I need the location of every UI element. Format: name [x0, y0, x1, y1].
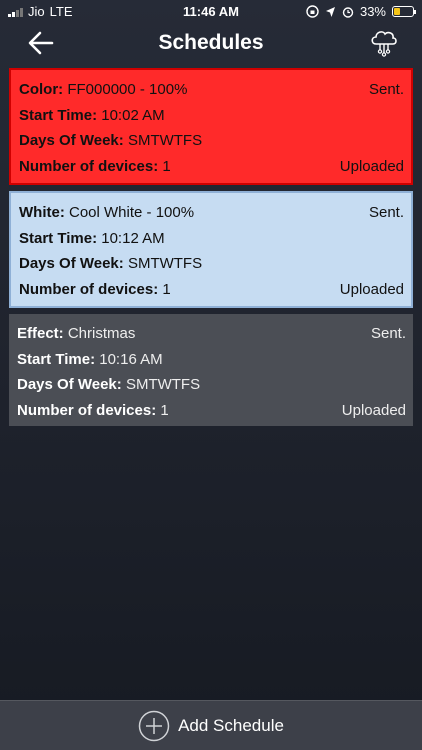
status-right: 33%	[306, 4, 416, 19]
days-value: SMTWTFS	[127, 132, 203, 150]
days-value: SMTWTFS	[127, 255, 203, 273]
add-schedule-label: Add Schedule	[178, 715, 284, 735]
days-row: Days Of Week: SMTWTFS	[19, 128, 404, 154]
days-label: Days Of Week:	[19, 132, 124, 150]
orientation-lock-icon	[306, 5, 319, 18]
cloud-network-icon[interactable]	[368, 26, 400, 58]
location-icon	[325, 6, 335, 17]
status-bar: Jio LTE 11:46 AM 33%	[0, 0, 422, 22]
primary-label: Color:	[19, 81, 64, 99]
days-label: Days Of Week:	[19, 255, 124, 273]
devices-label: Number of devices:	[19, 280, 159, 298]
days-value: SMTWTFS	[125, 376, 201, 394]
page-title: Schedules	[158, 31, 264, 54]
upload-status: Uploaded	[341, 401, 406, 419]
sent-status: Sent.	[368, 204, 404, 222]
plus-circle-icon	[138, 710, 170, 741]
start-time-label: Start Time:	[19, 229, 98, 247]
add-schedule-button[interactable]: Add Schedule	[0, 700, 422, 750]
primary-value: FF000000 - 100%	[67, 81, 188, 99]
start-time-value: 10:16 AM	[99, 350, 163, 368]
primary-value: Christmas	[67, 325, 136, 343]
start-time-label: Start Time:	[19, 106, 98, 124]
devices-label: Number of devices:	[17, 401, 157, 419]
battery-percent: 33%	[359, 4, 386, 19]
schedule-card-effect[interactable]: Effect: Christmas Sent. Start Time: 10:1…	[9, 314, 413, 426]
schedule-list: Color: FF000000 - 100% Sent. Start Time:…	[9, 68, 413, 432]
devices-row: Number of devices: 1 Uploaded	[19, 277, 404, 303]
devices-row: Number of devices: 1 Uploaded	[19, 154, 404, 180]
primary-value: Cool White - 100%	[69, 204, 195, 222]
upload-status: Uploaded	[339, 280, 404, 298]
nav-bar: Schedules	[0, 22, 422, 66]
start-time-value: 10:12 AM	[101, 229, 165, 247]
schedule-card-white[interactable]: White: Cool White - 100% Sent. Start Tim…	[9, 191, 413, 308]
devices-row: Number of devices: 1 Uploaded	[17, 398, 406, 424]
devices-label: Number of devices:	[19, 157, 159, 175]
start-time-label: Start Time:	[17, 350, 96, 368]
start-time-row: Start Time: 10:02 AM	[19, 103, 404, 129]
devices-value: 1	[160, 401, 169, 419]
battery-icon	[392, 6, 416, 17]
start-time-row: Start Time: 10:12 AM	[19, 226, 404, 252]
primary-label: Effect:	[17, 325, 64, 343]
days-label: Days Of Week:	[17, 376, 122, 394]
days-row: Days Of Week: SMTWTFS	[17, 372, 406, 398]
sent-status: Sent.	[370, 325, 406, 343]
schedule-primary-row: Color: FF000000 - 100% Sent.	[19, 77, 404, 103]
devices-value: 1	[162, 157, 171, 175]
primary-label: White:	[19, 204, 65, 222]
upload-status: Uploaded	[339, 157, 404, 175]
schedule-card-color[interactable]: Color: FF000000 - 100% Sent. Start Time:…	[9, 68, 413, 185]
alarm-icon	[342, 6, 354, 18]
devices-value: 1	[162, 280, 171, 298]
start-time-row: Start Time: 10:16 AM	[17, 347, 406, 373]
days-row: Days Of Week: SMTWTFS	[19, 251, 404, 277]
start-time-value: 10:02 AM	[101, 106, 165, 124]
schedule-primary-row: Effect: Christmas Sent.	[17, 321, 406, 347]
sent-status: Sent.	[368, 81, 404, 99]
schedule-primary-row: White: Cool White - 100% Sent.	[19, 200, 404, 226]
